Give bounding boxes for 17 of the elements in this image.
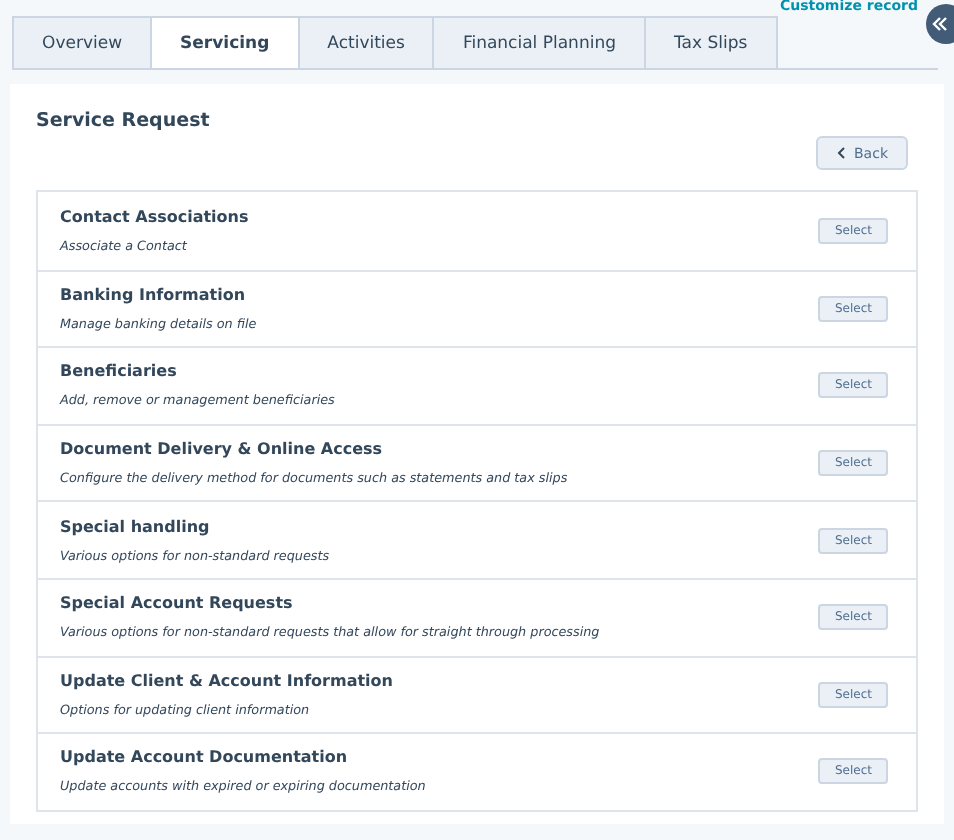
section-title: Service Request xyxy=(36,110,212,132)
tab[interactable]: Financial Planning xyxy=(432,16,646,68)
tab[interactable]: Activities xyxy=(297,16,435,68)
request-title: Banking Information xyxy=(60,285,248,304)
request-title: Contact Associations xyxy=(60,207,251,226)
request-title: Special Account Requests xyxy=(60,594,295,613)
tab[interactable]: Tax Slips xyxy=(643,16,778,68)
request-title: Update Client & Account Information xyxy=(60,671,395,690)
tab[interactable]: Servicing xyxy=(150,16,300,68)
request-title: Beneficiaries xyxy=(60,362,179,381)
double-chevron-left-icon xyxy=(932,16,948,32)
request-title: Special handling xyxy=(60,517,212,536)
request-title: Document Delivery & Online Access xyxy=(60,440,385,459)
collapse-sidebar-button[interactable] xyxy=(926,4,954,44)
chevron-left-icon xyxy=(836,146,848,160)
request-title: Update Account Documentation xyxy=(60,748,350,767)
tab[interactable]: Overview xyxy=(12,16,153,68)
